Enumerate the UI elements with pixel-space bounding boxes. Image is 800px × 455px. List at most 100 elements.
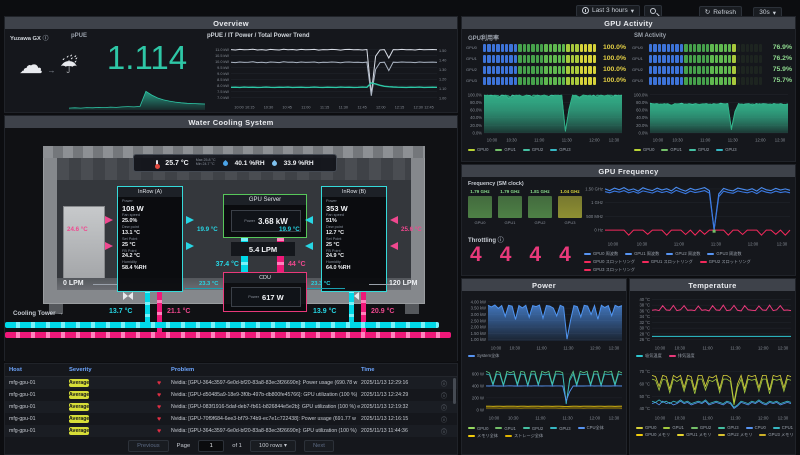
legend-item[interactable]: GPU1 [495, 147, 515, 152]
table-scrollbar[interactable] [453, 378, 456, 404]
legend-item[interactable]: GPU2 [691, 425, 711, 430]
svg-text:1.30: 1.30 [439, 68, 446, 72]
legend-item[interactable]: GPU0 [468, 147, 488, 152]
previous-page-button[interactable]: Previous [128, 440, 169, 452]
legend-item[interactable]: GPU0 スロットリング [584, 259, 635, 265]
readout-value: 25.0% [122, 218, 178, 225]
legend-item[interactable]: GPU1 メモリ [677, 432, 711, 438]
legend-item[interactable]: 吸気温度 [636, 353, 662, 359]
legend-item[interactable]: GPU2 スロットリング [700, 259, 751, 265]
svg-text:50 °C: 50 °C [639, 394, 650, 399]
legend-item[interactable]: CPU全体 [578, 425, 604, 431]
legend-item[interactable]: GPU1 スロットリング [642, 259, 693, 265]
alert-problem[interactable]: Nvidia: [GPU-d50485a9-18e9-3f0b-497b-db8… [171, 392, 361, 398]
legend-item[interactable]: GPU3 メモリ [759, 432, 793, 438]
connector-line [93, 284, 117, 285]
legend-item[interactable]: GPU0 メモリ [636, 432, 670, 438]
legend-item[interactable]: GPU3 [716, 147, 736, 152]
info-icon[interactable]: ⓘ [441, 415, 453, 424]
info-icon[interactable]: ⓘ [441, 391, 453, 400]
col-time[interactable]: Time [361, 367, 441, 373]
legend-item[interactable]: GPU2 [523, 147, 543, 152]
overview-panel-title[interactable]: Overview [5, 17, 457, 29]
svg-text:12:00: 12:00 [590, 416, 601, 421]
legend-item[interactable]: GPU3 [550, 147, 570, 152]
table-row[interactable]: mfg-gpu-01Average♥Nvidia: [GPU-083f1916-… [5, 401, 457, 413]
legend-item[interactable]: GPU2 [689, 147, 709, 152]
alert-host[interactable]: mfg-gpu-01 [9, 392, 69, 398]
alert-host[interactable]: mfg-gpu-01 [9, 416, 69, 422]
power-trend-chart[interactable]: 11.0 kW10.5 kW10.0 kW9.5 kW9.0 kW8.5 kW8… [205, 43, 455, 110]
legend-item[interactable]: GPU3 周波数 [707, 251, 741, 257]
throttle-count: 4 [500, 243, 512, 267]
inrow-b-title: InRow (B) [322, 187, 386, 197]
alert-host[interactable]: mfg-gpu-01 [9, 380, 69, 386]
legend-item[interactable]: GPU2 周波数 [666, 251, 700, 257]
info-icon[interactable]: ⓘ [43, 36, 49, 42]
alert-problem[interactable]: Nvidia: [GPU-70f9f684-6ee3-bf79-74b9-ec7… [171, 416, 361, 422]
gauge-label: GPU1 [466, 56, 483, 61]
info-icon[interactable]: ⓘ [441, 403, 453, 412]
legend-item[interactable]: System全体 [468, 353, 499, 359]
col-host[interactable]: Host [9, 367, 69, 373]
readout-value: 51% [326, 218, 382, 225]
legend-item[interactable]: CPU1 [773, 425, 793, 430]
component-temperature-chart[interactable]: 70 °C60 °C50 °C40 °C10:0010:3011:0011:30… [632, 365, 795, 421]
svg-text:12:00: 12:00 [589, 138, 600, 143]
legend-item[interactable]: GPU3 [718, 425, 738, 430]
next-page-button[interactable]: Next [304, 440, 334, 452]
alert-time: 2025/11/13 12:29:16 [361, 380, 441, 386]
alert-host[interactable]: mfg-gpu-01 [9, 428, 69, 434]
gpu-activity-title[interactable]: GPU Activity [462, 17, 795, 29]
power-panel-title[interactable]: Power [462, 279, 626, 291]
legend-item[interactable]: GPU0 周波数 [584, 251, 618, 257]
cooling-panel-title[interactable]: Water Cooling System [5, 116, 457, 128]
alert-problem[interactable]: Nvidia: [GPU-083f1916-5daf-deb7-fb61-b82… [171, 404, 361, 410]
svg-text:11:30: 11:30 [562, 138, 573, 143]
legend-item[interactable]: GPU2 [523, 426, 543, 431]
svg-text:1.50: 1.50 [439, 49, 446, 53]
info-icon[interactable]: ⓘ [441, 427, 453, 436]
gauge-value: 100.0% [596, 66, 626, 73]
table-row[interactable]: mfg-gpu-01Average♥Nvidia: [GPU-d50485a9-… [5, 389, 457, 401]
rows-per-page-select[interactable]: 100 rows ▾ [250, 440, 296, 452]
table-row[interactable]: mfg-gpu-01Average♥Nvidia: [GPU-70f9f684-… [5, 413, 457, 425]
svg-text:12:30: 12:30 [775, 138, 786, 143]
gpu-util-chart[interactable]: 100.0%80.0%60.0%40.0%20.0%0.0%10:0010:30… [464, 91, 626, 143]
table-row[interactable]: mfg-gpu-01Average♥Nvidia: [GPU-364c3597-… [5, 425, 457, 437]
legend-item[interactable]: GPU1 周波数 [625, 251, 659, 257]
system-power-chart[interactable]: 4.00 kW3.50 kW3.00 kW2.50 kW2.00 kW1.50 … [464, 295, 626, 351]
time-range-picker[interactable]: Last 3 hours▾ [576, 5, 640, 17]
alert-problem[interactable]: Nvidia: [GPU-364c3597-6e0d-bf20-83a8-83e… [171, 428, 361, 434]
info-icon[interactable]: ⓘ [441, 379, 453, 388]
legend-item[interactable]: GPU1 [661, 147, 681, 152]
legend-item[interactable]: GPU1 [663, 425, 683, 430]
legend-item[interactable]: 排気温度 [669, 353, 695, 359]
cdu-unit: CDU Power 617 W [223, 272, 307, 312]
legend-item[interactable]: GPU2 メモリ [718, 432, 752, 438]
alert-problem[interactable]: Nvidia: [GPU-364c3597-6e0d-bf20-83a8-83e… [171, 380, 361, 386]
table-row[interactable]: mfg-gpu-01Average♥Nvidia: [GPU-364c3597-… [5, 377, 457, 389]
legend-item[interactable]: CPU0 [746, 425, 766, 430]
svg-text:12:30: 12:30 [777, 242, 788, 247]
gpu-frequency-title[interactable]: GPU Frequency [462, 165, 795, 177]
sm-activity-chart[interactable]: 100.0%80.0%60.0%40.0%20.0%0.0%10:0010:30… [630, 91, 792, 143]
legend-item[interactable]: ストレージ全体 [505, 433, 543, 439]
util-gauges-title: GPU利用率 [468, 33, 499, 42]
legend-item[interactable]: メモリ全体 [468, 433, 498, 439]
temperature-panel-title[interactable]: Temperature [630, 279, 795, 291]
frequency-chart[interactable]: 1.50 GHz1 GHz500 MHz0 Hz10:0010:3011:001… [580, 181, 794, 247]
page-number-input[interactable]: 1 [198, 440, 224, 452]
legend-item[interactable]: GPU0 [636, 425, 656, 430]
legend-item[interactable]: GPU3 スロットリング [584, 267, 635, 273]
component-power-chart[interactable]: 600 W400 W200 W0 W10:0010:3011:0011:3012… [464, 365, 626, 421]
legend-item[interactable]: GPU0 [634, 147, 654, 152]
legend-item[interactable]: GPU1 [495, 426, 515, 431]
col-problem[interactable]: Problem [171, 367, 361, 373]
col-severity[interactable]: Severity [69, 367, 157, 373]
air-temperature-chart[interactable]: 40 °C38 °C36 °C34 °C32 °C30 °C28 °C26 °C… [632, 295, 795, 351]
legend-item[interactable]: GPU0 [468, 426, 488, 431]
svg-text:10:45: 10:45 [282, 106, 292, 110]
alert-host[interactable]: mfg-gpu-01 [9, 404, 69, 410]
legend-item[interactable]: GPU3 [550, 426, 570, 431]
